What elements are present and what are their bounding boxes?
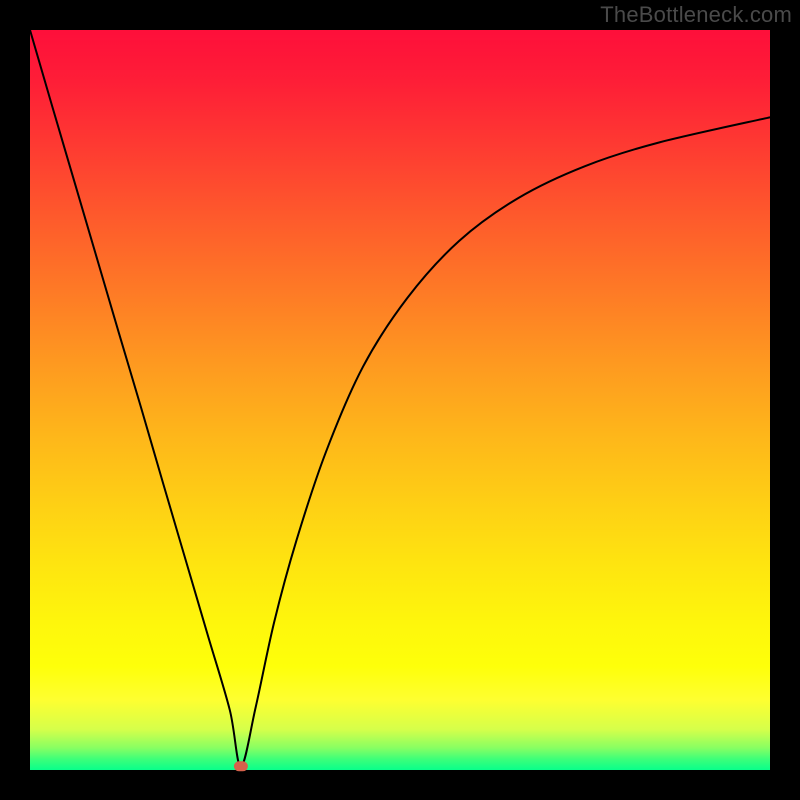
plot-background (30, 30, 770, 770)
chart-frame: TheBottleneck.com (0, 0, 800, 800)
bottleneck-chart (0, 0, 800, 800)
watermark-label: TheBottleneck.com (600, 2, 792, 28)
min-dot (234, 761, 248, 771)
